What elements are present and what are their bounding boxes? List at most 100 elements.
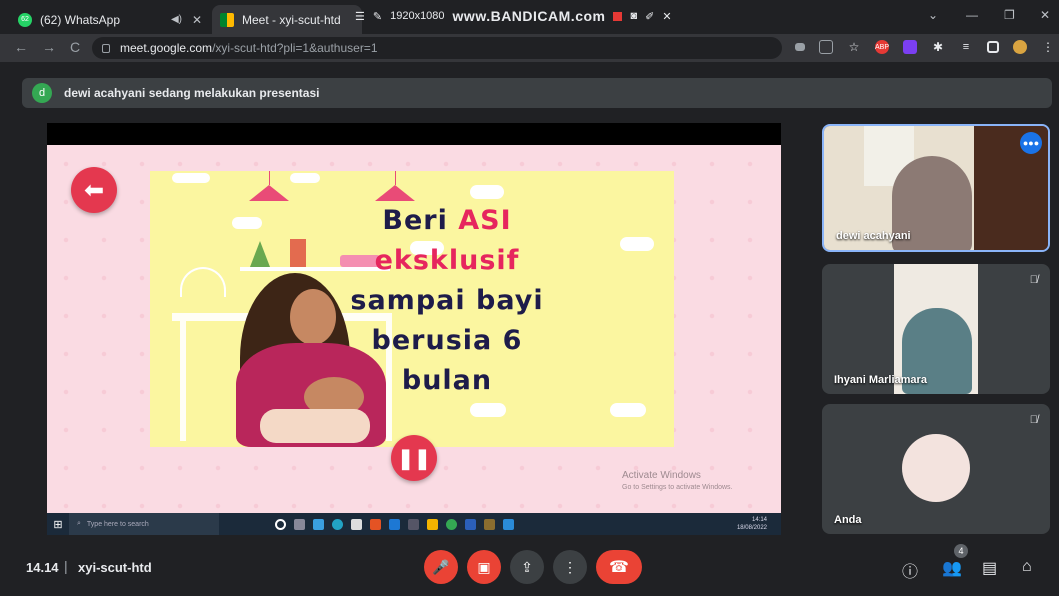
url-host: meet.google.com [120, 41, 213, 55]
tab-title: (62) WhatsApp [40, 12, 121, 27]
app-icon[interactable] [408, 518, 419, 530]
cloud [470, 185, 504, 199]
pen-icon[interactable]: ✐ [645, 10, 654, 23]
pin-icon[interactable]: ✎ [373, 10, 382, 23]
lamp-cord [269, 171, 270, 185]
windows-taskbar: ⊞ ⌕ Type here to search 14:14 18/08/2022 [47, 513, 781, 535]
window-close-icon[interactable]: ✕ [1040, 8, 1050, 22]
activities-icon[interactable]: ⌂ [1022, 558, 1032, 576]
url-field[interactable]: meet.google.com /xyi-scut-htd?pli=1&auth… [92, 37, 782, 59]
system-tray: 14:14 18/08/2022 [737, 516, 767, 532]
pause-icon: ❚❚ [397, 447, 431, 470]
camera-icon[interactable]: ◙ [630, 10, 637, 22]
close-icon[interactable]: ✕ [662, 10, 671, 23]
participant-tile[interactable]: ●●● dewi acahyani [822, 124, 1050, 252]
cloud [610, 403, 646, 417]
end-call-button[interactable]: ☎ [596, 550, 642, 584]
meeting-code: xyi-scut-htd [78, 560, 152, 575]
camera-toggle-button[interactable]: ▣ [467, 550, 501, 584]
slide-pause-button[interactable]: ❚❚ [391, 435, 437, 481]
mobile-toy-icon [180, 267, 226, 297]
cortana-icon[interactable] [275, 518, 286, 530]
speaker-icon[interactable]: ◀) [171, 14, 182, 25]
adblock-icon[interactable]: ABP [875, 40, 889, 54]
cloud [620, 237, 654, 251]
forward-icon[interactable]: → [42, 39, 56, 55]
sidepanel-icon[interactable] [987, 41, 999, 53]
slide-message: Beri ASI eksklusif sampai bayi berusia 6… [327, 201, 567, 401]
star-icon[interactable]: ☆ [847, 40, 861, 54]
slide-line-1b: ASI [458, 205, 512, 236]
mic-off-icon: 🎙̸ [1029, 274, 1038, 286]
tab-title: Meet - xyi-scut-htd [242, 12, 341, 27]
minimize-icon[interactable]: — [966, 8, 978, 22]
menu-icon[interactable]: ☰ [355, 10, 365, 23]
divider: | [64, 558, 68, 574]
resolution-label: 1920x1080 [390, 10, 445, 22]
url-path: /xyi-scut-htd?pli=1&authuser=1 [212, 41, 378, 55]
slide-back-button[interactable]: ⬅ [71, 167, 117, 213]
bandicam-icon[interactable] [503, 518, 514, 530]
windows-watermark: Activate Windows Go to Settings to activ… [622, 470, 733, 494]
people-count-badge: 4 [954, 544, 968, 558]
present-button[interactable]: ⇪ [510, 550, 544, 584]
store-icon[interactable] [351, 518, 362, 530]
more-vert-icon: ⋮ [563, 558, 577, 575]
tab-whatsapp[interactable]: 62 (62) WhatsApp ◀) ✕ [10, 5, 210, 34]
lamp-cord [395, 171, 396, 185]
tab-search-icon[interactable]: ⌄ [928, 8, 938, 22]
profile-avatar[interactable] [1013, 40, 1027, 54]
lamp-icon [375, 185, 415, 201]
task-view-icon[interactable] [294, 518, 305, 530]
app-icon[interactable] [313, 518, 324, 530]
tray-date: 18/08/2022 [736, 525, 767, 531]
banner-text: dewi acahyani sedang melakukan presentas… [64, 86, 320, 100]
lock-icon [102, 43, 110, 53]
toy-stack-icon [250, 241, 270, 267]
app-icon[interactable] [484, 518, 495, 530]
participant-tile[interactable]: 🎙̸ Anda [822, 404, 1050, 534]
reload-icon[interactable]: C [70, 39, 80, 55]
taskbar-apps [275, 518, 514, 530]
bandicam-overlay: ☰ ✎ 1920x1080 www.BANDICAM.com ◙ ✐ ✕ [355, 5, 672, 27]
restore-icon[interactable]: ❐ [1004, 8, 1015, 22]
edge-icon[interactable] [332, 518, 343, 530]
meet-icon [220, 12, 234, 27]
presentation-banner: d dewi acahyani sedang melakukan present… [22, 78, 1052, 108]
slide-line-3: sampai bayi [350, 285, 544, 316]
word-icon[interactable] [465, 518, 476, 530]
back-icon[interactable]: ← [14, 39, 28, 55]
tab-meet[interactable]: Meet - xyi-scut-htd [212, 5, 362, 34]
address-toolbar: ← → C meet.google.com /xyi-scut-htd?pli=… [0, 34, 1059, 62]
presentation-view[interactable]: Beri ASI eksklusif sampai bayi berusia 6… [47, 123, 781, 535]
more-options-button[interactable]: ⋮ [553, 550, 587, 584]
people-icon[interactable]: 👥 [942, 558, 962, 578]
chat-icon[interactable]: ▤ [982, 558, 997, 578]
taskbar-search[interactable]: ⌕ Type here to search [69, 513, 219, 535]
files-icon[interactable] [427, 518, 438, 530]
record-icon[interactable] [613, 11, 623, 21]
close-tab-icon[interactable]: ✕ [192, 13, 202, 27]
watermark-title: Activate Windows [622, 470, 701, 481]
office-icon[interactable] [370, 518, 381, 530]
lamp-icon [249, 185, 289, 201]
reading-list-icon[interactable]: ≡ [959, 40, 973, 54]
baby-blanket [260, 409, 370, 443]
extension-shield-icon[interactable] [903, 40, 917, 54]
info-icon[interactable]: ⓘ [902, 558, 918, 582]
books-icon [290, 239, 306, 267]
present-icon: ⇪ [521, 558, 533, 575]
camera-icon[interactable] [795, 43, 805, 51]
bandicam-logo: www.BANDICAM.com [452, 8, 606, 24]
participant-name: dewi acahyani [836, 230, 911, 242]
more-menu-icon[interactable]: ⋮ [1041, 40, 1055, 54]
share-icon[interactable] [819, 40, 833, 54]
puzzle-icon[interactable]: ✱ [931, 40, 945, 54]
windows-start-icon[interactable]: ⊞ [47, 518, 69, 531]
cloud [232, 217, 262, 229]
meeting-time: 14.14 [26, 560, 59, 575]
participant-tile[interactable]: 🎙̸ Ihyani Marliamara [822, 264, 1050, 394]
mic-toggle-button[interactable]: 🎤 [424, 550, 458, 584]
mail-icon[interactable] [389, 518, 400, 530]
chrome-icon[interactable] [446, 518, 457, 530]
